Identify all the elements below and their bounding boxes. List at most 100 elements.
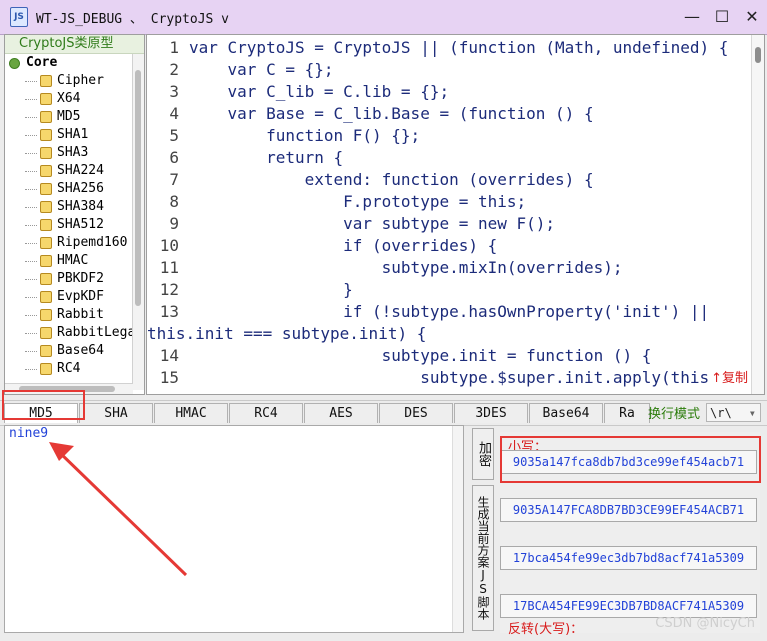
line-number: 7 — [169, 170, 179, 189]
file-icon — [40, 147, 52, 159]
code-text: subtype.mixIn(overrides); — [189, 258, 623, 277]
tree-item-pbkdf2[interactable]: PBKDF2 — [5, 270, 144, 288]
tree-line — [25, 188, 37, 190]
input-scrollbar[interactable] — [452, 426, 463, 632]
tree-item-ripemd160[interactable]: Ripemd160 — [5, 234, 144, 252]
tree-item-rabbit[interactable]: Rabbit — [5, 306, 144, 324]
file-icon — [40, 273, 52, 285]
algorithm-tabs-bar: MD5 SHA HMAC RC4 AES DES 3DES Base64 Ra … — [0, 400, 767, 426]
generate-script-button[interactable]: 生成当前方案JS脚本 — [472, 485, 494, 631]
tree-item-md5[interactable]: MD5 — [5, 108, 144, 126]
line-number: 11 — [159, 258, 179, 277]
line-number: 2 — [169, 60, 179, 79]
line-number: 3 — [169, 82, 179, 101]
tab-rabbit[interactable]: Ra — [604, 403, 650, 423]
tree-line — [25, 152, 37, 154]
tree-item-cipher[interactable]: Cipher — [5, 72, 144, 90]
tree-item-sha512[interactable]: SHA512 — [5, 216, 144, 234]
folder-icon — [9, 57, 20, 69]
close-button[interactable]: ✕ — [737, 0, 767, 34]
class-tree-panel: CryptoJS类原型 Core Cipher X64 MD5 SHA1 SHA… — [4, 34, 145, 395]
tree-line — [25, 296, 37, 298]
tree-root-core[interactable]: Core — [5, 54, 144, 72]
tree-item-label: PBKDF2 — [57, 271, 104, 286]
code-text: } — [189, 280, 353, 299]
tree-line — [25, 260, 37, 262]
tree-item-rc4[interactable]: RC4 — [5, 360, 144, 378]
tree-item-x64[interactable]: X64 — [5, 90, 144, 108]
minimize-button[interactable]: — — [677, 0, 707, 34]
code-text: if (!subtype.hasOwnProperty('init') || — [189, 302, 710, 321]
line-number: 1 — [169, 38, 179, 57]
tab-3des[interactable]: 3DES — [454, 403, 528, 423]
tree-item-sha3[interactable]: SHA3 — [5, 144, 144, 162]
tree-item-hmac[interactable]: HMAC — [5, 252, 144, 270]
tree-item-label: HMAC — [57, 253, 89, 268]
code-text: function F() {}; — [189, 126, 421, 145]
newline-mode-select[interactable]: \r\ ▾ — [706, 403, 761, 422]
watermark: CSDN @NicyCh — [655, 616, 755, 631]
tree-item-sha1[interactable]: SHA1 — [5, 126, 144, 144]
newline-mode-label: 换行模式 — [648, 407, 701, 422]
tree-scroll-thumb[interactable] — [135, 70, 141, 306]
code-editor[interactable]: 1 var CryptoJS = CryptoJS || (function (M… — [146, 34, 765, 395]
code-text: subtype.$super.init.apply(this — [189, 368, 710, 387]
tree-line — [25, 134, 37, 136]
editor-scroll-thumb[interactable] — [755, 47, 761, 63]
code-text: return { — [189, 148, 344, 167]
tree-item-label: SHA3 — [57, 145, 89, 160]
tree-line — [25, 80, 37, 82]
reverse-uppercase-output[interactable]: 17BCA454FE99EC3DB7BD8ACF741A5309 — [500, 594, 757, 618]
code-line: 13 if (!subtype.hasOwnProperty('init') |… — [147, 301, 752, 323]
code-line: 10 if (overrides) { — [147, 235, 752, 257]
newline-mode-value: \r\ — [710, 406, 732, 420]
file-icon — [40, 255, 52, 267]
tree-item-evpkdf[interactable]: EvpKDF — [5, 288, 144, 306]
uppercase-output[interactable]: 9035A147FCA8DB7BD3CE99EF454ACB71 — [500, 498, 757, 522]
line-number: 4 — [169, 104, 179, 123]
line-number: 12 — [159, 280, 179, 299]
code-text: this.init === subtype.init) { — [147, 324, 427, 343]
tree-vertical-scrollbar[interactable] — [132, 54, 144, 390]
code-line: 7 extend: function (overrides) { — [147, 169, 752, 191]
file-icon — [40, 129, 52, 141]
tree-item-sha256[interactable]: SHA256 — [5, 180, 144, 198]
tree-item-sha384[interactable]: SHA384 — [5, 198, 144, 216]
file-icon — [40, 165, 52, 177]
code-line: 4 var Base = C_lib.Base = (function () { — [147, 103, 752, 125]
line-number: 14 — [159, 346, 179, 365]
reverse-lowercase-output[interactable]: 17bca454fe99ec3db7bd8acf741a5309 — [500, 546, 757, 570]
window-titlebar: JS WT-JS_DEBUG 、 CryptoJS v — ☐ ✕ — [0, 0, 767, 35]
file-icon — [40, 219, 52, 231]
file-icon — [40, 345, 52, 357]
copy-button[interactable]: ↑复制 — [711, 367, 748, 386]
window-controls: — ☐ ✕ — [677, 0, 767, 34]
tree-item-base64[interactable]: Base64 — [5, 342, 144, 360]
tab-sha[interactable]: SHA — [79, 403, 153, 423]
file-icon — [40, 93, 52, 105]
tree-root-label: Core — [26, 55, 58, 70]
tab-hmac[interactable]: HMAC — [154, 403, 228, 423]
editor-scrollbar[interactable] — [751, 35, 764, 394]
tree-line — [25, 116, 37, 118]
code-line: 2 var C = {}; — [147, 59, 752, 81]
tree-item-label: X64 — [57, 91, 81, 106]
tree-line — [25, 278, 37, 280]
tab-aes[interactable]: AES — [304, 403, 378, 423]
file-icon — [40, 327, 52, 339]
tree-item-sha224[interactable]: SHA224 — [5, 162, 144, 180]
tab-rc4[interactable]: RC4 — [229, 403, 303, 423]
md5-tab-highlight — [2, 390, 85, 420]
tree-item-rabbitlegacy[interactable]: RabbitLegac — [5, 324, 144, 342]
file-icon — [40, 291, 52, 303]
algorithm-tabs: MD5 SHA HMAC RC4 AES DES 3DES Base64 Ra — [4, 403, 651, 423]
tree-item-label: Rabbit — [57, 307, 104, 322]
tree-line — [25, 224, 37, 226]
maximize-button[interactable]: ☐ — [707, 0, 737, 34]
tree-item-label: MD5 — [57, 109, 81, 124]
tab-des[interactable]: DES — [379, 403, 453, 423]
tab-base64[interactable]: Base64 — [529, 403, 603, 423]
line-number: 5 — [169, 126, 179, 145]
plaintext-input[interactable]: nine9 — [4, 425, 464, 633]
encrypt-button[interactable]: 加密 — [472, 428, 494, 480]
